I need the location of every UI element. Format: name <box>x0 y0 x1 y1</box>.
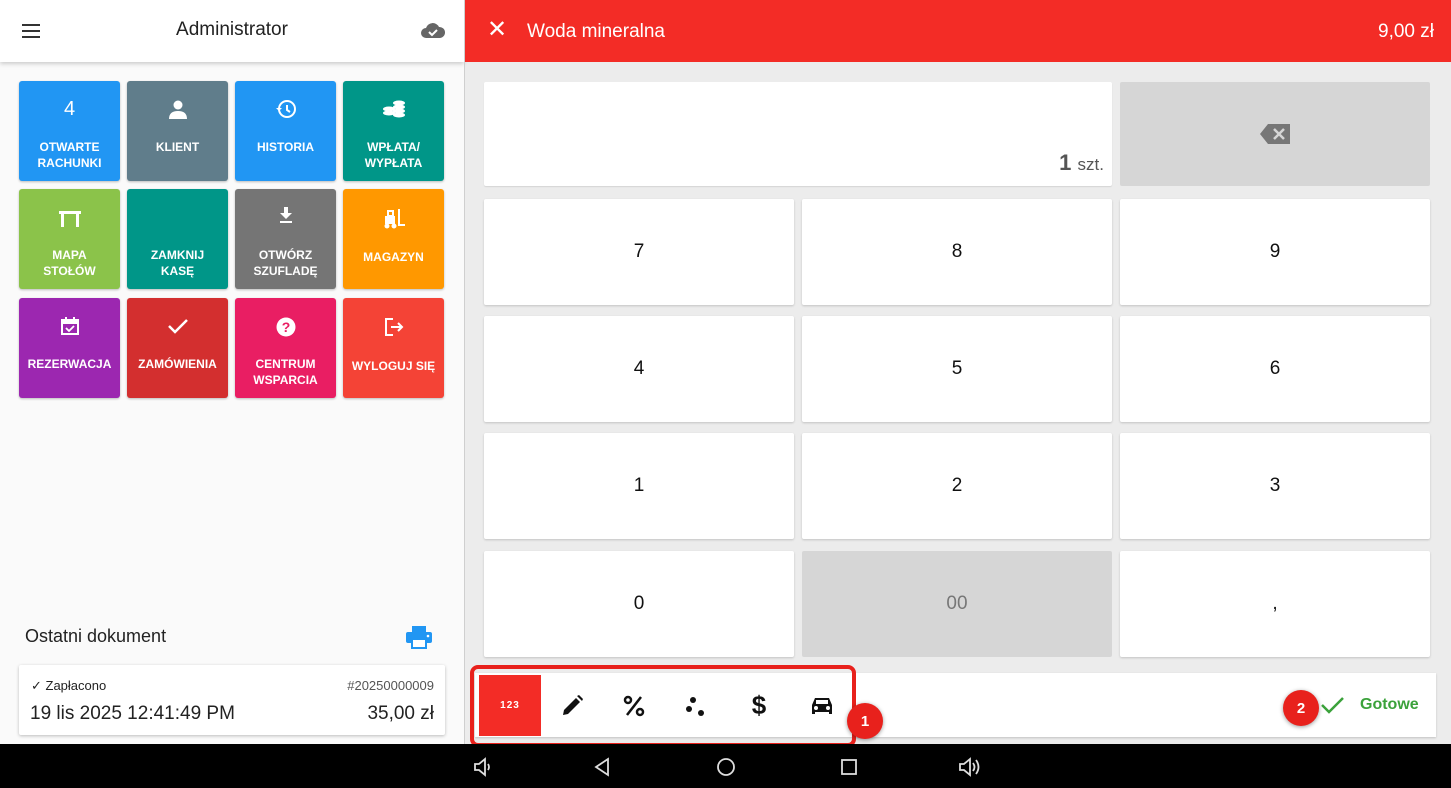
recents-icon[interactable] <box>836 756 862 778</box>
key-0[interactable]: 0 <box>484 551 794 657</box>
tile-label: OTWÓRZ SZUFLADĘ <box>253 248 318 278</box>
tile-client[interactable]: KLIENT <box>127 81 228 181</box>
left-panel: Administrator 4 OTWARTE RACHUNKI KLIENT H… <box>0 0 464 744</box>
tile-orders[interactable]: ZAMÓWIENIA <box>127 298 228 398</box>
tile-label: HISTORIA <box>256 140 315 154</box>
tile-label: ZAMÓWIENIA <box>138 357 217 371</box>
badge-1: 1 <box>847 703 883 739</box>
done-label: Gotowe <box>1360 696 1419 713</box>
key-comma[interactable]: , <box>1120 551 1430 657</box>
key-5[interactable]: 5 <box>802 316 1112 422</box>
tile-support[interactable]: ? CENTRUM WSPARCIA <box>235 298 336 398</box>
close-icon[interactable]: ✕ <box>487 17 507 43</box>
key-00: 00 <box>802 551 1112 657</box>
tile-count: 4 <box>63 97 76 120</box>
backspace-button[interactable] <box>1120 82 1430 186</box>
svg-text:?: ? <box>281 319 290 335</box>
done-button[interactable]: Gotowe <box>1320 690 1430 720</box>
key-1[interactable]: 1 <box>484 433 794 539</box>
tile-history[interactable]: HISTORIA <box>235 81 336 181</box>
toolbar-highlight <box>470 665 856 747</box>
key-3[interactable]: 3 <box>1120 433 1430 539</box>
tile-cash-in-out[interactable]: WPŁATA/WYPŁATA <box>343 81 444 181</box>
tile-close-register[interactable]: ZAMKNIJ KASĘ <box>127 189 228 289</box>
home-icon[interactable] <box>713 756 739 778</box>
person-icon <box>127 97 228 121</box>
back-icon[interactable] <box>590 756 616 778</box>
tile-table-map[interactable]: MAPA STOŁÓW <box>19 189 120 289</box>
page-title: Administrator <box>176 19 288 40</box>
tile-label: MAGAZYN <box>363 250 424 264</box>
last-document-card[interactable]: ✓ Zapłacono #20250000009 19 lis 2025 12:… <box>19 665 445 735</box>
product-price: 9,00 zł <box>1378 21 1434 42</box>
key-8[interactable]: 8 <box>802 199 1112 305</box>
product-header: ✕ Woda mineralna 9,00 zł <box>465 0 1451 62</box>
check-icon <box>1321 697 1344 714</box>
help-icon: ? <box>235 315 336 339</box>
check-icon <box>127 314 228 338</box>
key-6[interactable]: 6 <box>1120 316 1430 422</box>
table-icon <box>19 207 120 231</box>
tile-reservation[interactable]: REZERWACJA <box>19 298 120 398</box>
tile-label: ZAMKNIJ KASĘ <box>150 248 205 278</box>
tile-label: CENTRUM WSPARCIA <box>253 357 318 387</box>
tile-label: WPŁATA/WYPŁATA <box>364 140 423 170</box>
panel-divider <box>464 0 465 744</box>
logout-icon <box>343 315 444 339</box>
cloud-check-icon[interactable] <box>420 20 446 45</box>
calendar-check-icon <box>19 314 120 338</box>
key-4[interactable]: 4 <box>484 316 794 422</box>
forklift-icon <box>343 207 444 231</box>
tile-label: MAPA STOŁÓW <box>43 248 96 278</box>
product-name: Woda mineralna <box>527 21 666 42</box>
tile-label: KLIENT <box>155 140 200 154</box>
tile-warehouse[interactable]: MAGAZYN <box>343 189 444 289</box>
status-label: ✓ Zapłacono <box>31 678 107 693</box>
left-header: Administrator <box>0 0 464 62</box>
print-icon[interactable] <box>405 625 433 654</box>
volume-up-icon[interactable] <box>956 756 982 778</box>
key-2[interactable]: 2 <box>802 433 1112 539</box>
document-date: 19 lis 2025 12:41:49 PM <box>30 703 235 724</box>
tile-label: OTWARTE RACHUNKI <box>37 140 102 170</box>
badge-2: 2 <box>1283 690 1319 726</box>
tile-label: WYLOGUJ SIĘ <box>351 359 436 373</box>
tile-logout[interactable]: WYLOGUJ SIĘ <box>343 298 444 398</box>
document-number: #20250000009 <box>347 678 434 693</box>
coins-icon <box>343 97 444 121</box>
volume-down-icon[interactable] <box>470 756 496 778</box>
key-9[interactable]: 9 <box>1120 199 1430 305</box>
tile-open-drawer[interactable]: OTWÓRZ SZUFLADĘ <box>235 189 336 289</box>
key-7[interactable]: 7 <box>484 199 794 305</box>
tile-label: REZERWACJA <box>27 357 112 371</box>
tile-open-bills[interactable]: 4 OTWARTE RACHUNKI <box>19 81 120 181</box>
quantity-value: 1 szt. <box>1059 150 1104 175</box>
quantity-display: 1 szt. <box>484 82 1112 186</box>
last-document-title: Ostatni dokument <box>25 626 167 646</box>
history-icon <box>235 97 336 121</box>
download-icon <box>235 203 336 227</box>
backspace-icon <box>1260 124 1290 144</box>
document-amount: 35,00 zł <box>367 703 434 724</box>
